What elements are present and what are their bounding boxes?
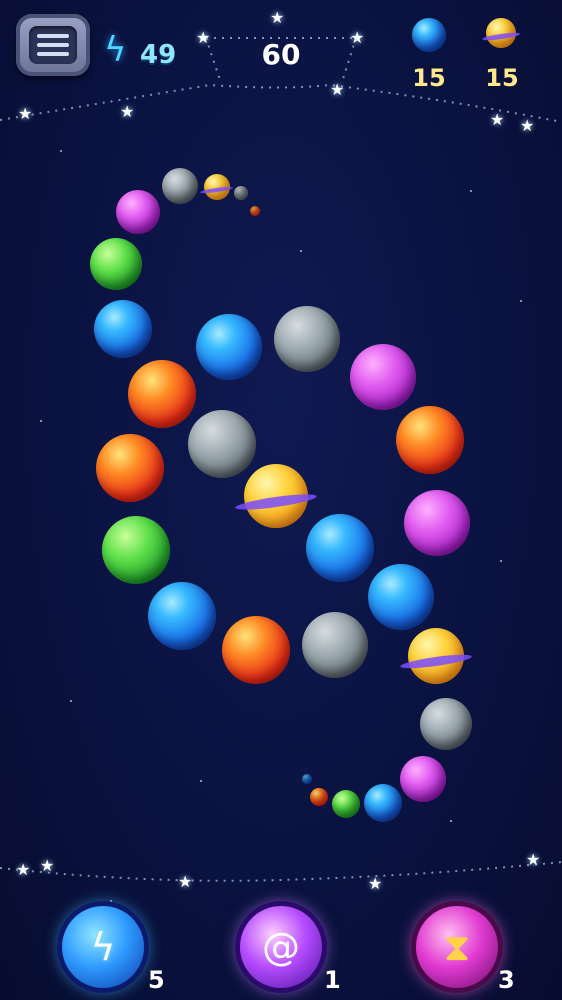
blue-planet-icon xyxy=(412,18,446,52)
planet-red[interactable] xyxy=(310,788,328,806)
planet-grey[interactable] xyxy=(234,186,248,200)
swirl-booster-count: 1 xyxy=(324,966,341,994)
target-count-ringed: 15 xyxy=(485,64,519,92)
planet-grey[interactable] xyxy=(188,410,256,478)
ringed-planet-icon xyxy=(486,18,516,48)
swirl-icon: @ xyxy=(262,925,300,969)
planet-red[interactable] xyxy=(96,434,164,502)
planet-blue[interactable] xyxy=(148,582,216,650)
planet-blue[interactable] xyxy=(306,514,374,582)
planet-ringed[interactable] xyxy=(408,628,464,684)
planet-red[interactable] xyxy=(396,406,464,474)
planet-red[interactable] xyxy=(250,206,260,216)
planet-grey[interactable] xyxy=(420,698,472,750)
planet-green[interactable] xyxy=(102,516,170,584)
planet-green[interactable] xyxy=(332,790,360,818)
planet-red[interactable] xyxy=(128,360,196,428)
planet-blue[interactable] xyxy=(368,564,434,630)
hourglass-icon: ⧗ xyxy=(443,924,471,969)
planet-green[interactable] xyxy=(90,238,142,290)
hourglass-booster-count: 3 xyxy=(498,966,515,994)
planet-purple[interactable] xyxy=(400,756,446,802)
planet-blue[interactable] xyxy=(94,300,152,358)
lightning-icon: ϟ xyxy=(90,925,116,969)
planet-purple[interactable] xyxy=(116,190,160,234)
swirl-booster-button[interactable]: @ xyxy=(240,906,322,988)
planet-purple[interactable] xyxy=(350,344,416,410)
planet-red[interactable] xyxy=(222,616,290,684)
planet-ringed[interactable] xyxy=(204,174,230,200)
planet-blue[interactable] xyxy=(302,774,312,784)
lightning-booster-count: 5 xyxy=(148,966,165,994)
planet-ringed[interactable] xyxy=(244,464,308,528)
planet-grey[interactable] xyxy=(274,306,340,372)
planet-purple[interactable] xyxy=(404,490,470,556)
planet-grey[interactable] xyxy=(302,612,368,678)
planet-blue[interactable] xyxy=(364,784,402,822)
lightning-booster-button[interactable]: ϟ xyxy=(62,906,144,988)
target-count-blue: 15 xyxy=(412,64,446,92)
planet-blue[interactable] xyxy=(196,314,262,380)
planet-grey[interactable] xyxy=(162,168,198,204)
hourglass-booster-button[interactable]: ⧗ xyxy=(416,906,498,988)
